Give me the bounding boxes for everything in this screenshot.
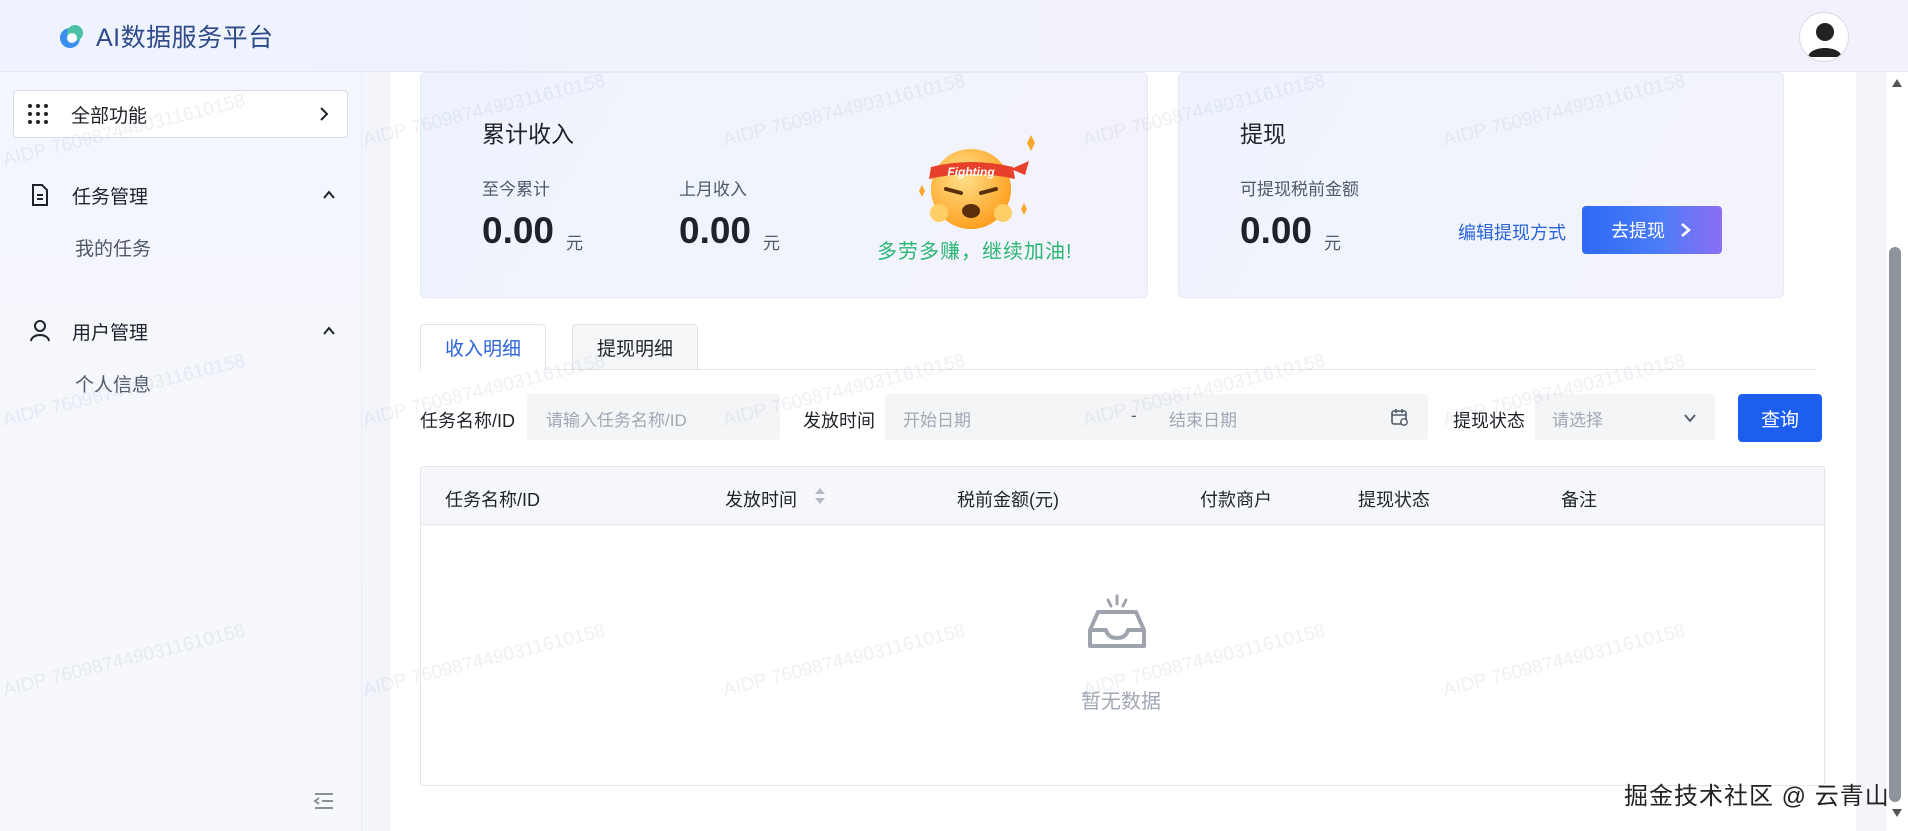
all-functions-button[interactable]: 全部功能 xyxy=(13,90,348,138)
scrollbar-thumb[interactable] xyxy=(1889,247,1901,802)
income-card-title: 累计收入 xyxy=(482,121,574,147)
status-select[interactable]: 请选择 xyxy=(1535,394,1715,440)
withdraw-card: 提现 可提现税前金额 0.00 元 编辑提现方式 去提现 xyxy=(1178,72,1784,298)
cheer-text: 多劳多赚，继续加油! xyxy=(877,241,1073,263)
task-filter-label: 任务名称/ID xyxy=(420,411,516,431)
column-issue-time[interactable]: 发放时间 xyxy=(725,486,797,512)
empty-state-text: 暂无数据 xyxy=(1081,691,1161,713)
vertical-scrollbar[interactable] xyxy=(1886,72,1908,831)
column-pretax-amount: 税前金额(元) xyxy=(957,490,1059,510)
scroll-up-arrow-icon[interactable] xyxy=(1891,78,1903,88)
last-month-income-unit: 元 xyxy=(763,234,780,253)
scroll-gutter xyxy=(1856,72,1886,831)
grid-icon xyxy=(28,104,48,124)
time-filter-label: 发放时间 xyxy=(803,411,875,431)
income-card: 累计收入 至今累计 0.00 元 上月收入 0.00 元 Fighting 多劳… xyxy=(420,72,1148,298)
status-select-placeholder: 请选择 xyxy=(1552,411,1603,430)
user-icon xyxy=(30,320,50,342)
edit-withdraw-method-link[interactable]: 编辑提现方式 xyxy=(1458,219,1566,245)
last-month-income-label: 上月收入 xyxy=(679,180,747,199)
available-amount-unit: 元 xyxy=(1324,234,1341,253)
scroll-down-arrow-icon[interactable] xyxy=(1891,808,1903,818)
sidebar-group-user-management[interactable]: 用户管理 xyxy=(28,311,338,351)
document-icon xyxy=(32,184,48,206)
total-income-unit: 元 xyxy=(566,234,583,253)
status-filter-label: 提现状态 xyxy=(1453,411,1525,431)
sidebar: 全部功能 任务管理 我的任务 用户管理 个人信息 xyxy=(0,72,362,831)
column-task-name: 任务名称/ID xyxy=(445,490,541,510)
chevron-right-icon xyxy=(1681,223,1691,237)
collapse-sidebar-icon[interactable] xyxy=(313,790,335,812)
income-table: 任务名称/ID 发放时间 税前金额(元) 付款商户 提现状态 备注 暂无数据 xyxy=(420,466,1825,786)
chevron-right-icon xyxy=(320,107,329,121)
tab-income-details[interactable]: 收入明细 xyxy=(420,324,547,370)
start-date-placeholder[interactable]: 开始日期 xyxy=(903,406,971,431)
sort-icon[interactable] xyxy=(813,485,827,507)
withdraw-button-label: 去提现 xyxy=(1611,221,1665,241)
end-date-placeholder[interactable]: 结束日期 xyxy=(1169,406,1237,431)
app-title: AI数据服务平台 xyxy=(96,24,274,52)
column-payer: 付款商户 xyxy=(1200,490,1272,510)
sidebar-group-task-management[interactable]: 任务管理 xyxy=(28,175,338,215)
available-amount-label: 可提现税前金额 xyxy=(1240,180,1359,199)
fighting-emoji-icon: Fighting xyxy=(919,135,1035,229)
available-amount-value: 0.00 xyxy=(1240,210,1313,251)
total-income-value: 0.00 xyxy=(482,210,555,251)
main-content: 累计收入 至今累计 0.00 元 上月收入 0.00 元 Fighting 多劳… xyxy=(390,72,1856,831)
withdraw-button[interactable]: 去提现 xyxy=(1582,206,1722,254)
chevron-up-icon xyxy=(323,326,335,335)
last-month-income-value: 0.00 xyxy=(679,210,752,251)
date-range-picker[interactable]: 开始日期 - 结束日期 xyxy=(885,394,1428,440)
chevron-down-icon xyxy=(1684,414,1696,423)
calendar-icon[interactable] xyxy=(1391,408,1409,426)
withdraw-card-title: 提现 xyxy=(1240,121,1286,147)
top-bar: AI数据服务平台 xyxy=(0,0,1908,72)
table-header: 任务名称/ID 发放时间 税前金额(元) 付款商户 提现状态 备注 xyxy=(421,467,1824,525)
footer-watermark: 掘金技术社区 @ 云青山 xyxy=(1624,783,1890,810)
empty-inbox-icon xyxy=(1088,594,1146,648)
sidebar-item-personal-info[interactable]: 个人信息 xyxy=(75,370,151,397)
cloud-logo-icon xyxy=(60,25,83,48)
total-income-label: 至今累计 xyxy=(482,180,550,199)
tab-withdraw-details[interactable]: 提现明细 xyxy=(572,324,699,370)
chevron-up-icon xyxy=(323,190,335,199)
column-withdraw-status: 提现状态 xyxy=(1358,490,1430,510)
app-logo[interactable]: AI数据服务平台 xyxy=(58,20,274,52)
date-range-separator: - xyxy=(1131,406,1137,425)
all-functions-label: 全部功能 xyxy=(71,105,148,127)
task-search-input[interactable]: 请输入任务名称/ID xyxy=(527,394,780,440)
query-button[interactable]: 查询 xyxy=(1738,394,1822,442)
sidebar-group-label: 任务管理 xyxy=(72,186,149,208)
sidebar-group-label: 用户管理 xyxy=(72,322,149,344)
fighting-badge-text: Fighting xyxy=(947,165,995,179)
sidebar-item-my-tasks[interactable]: 我的任务 xyxy=(75,234,151,261)
column-remarks: 备注 xyxy=(1561,490,1597,510)
user-avatar-icon[interactable] xyxy=(1799,12,1849,62)
task-search-placeholder: 请输入任务名称/ID xyxy=(546,411,687,430)
